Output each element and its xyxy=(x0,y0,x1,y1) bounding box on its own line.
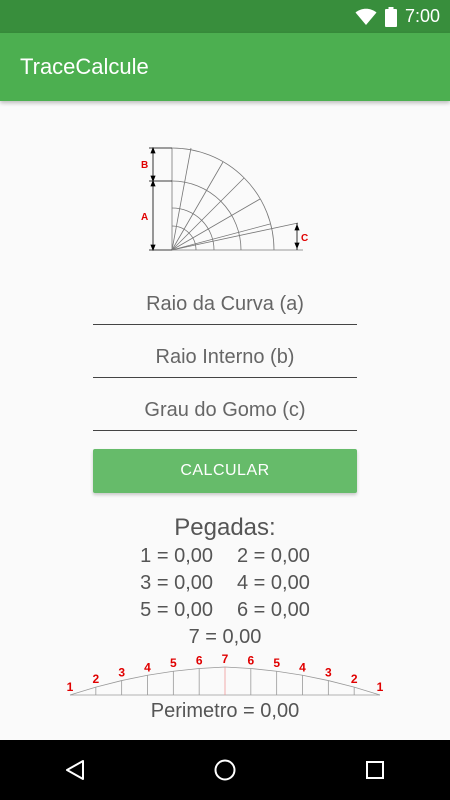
ruler-label: 2 xyxy=(351,672,358,686)
ruler-label: 6 xyxy=(247,653,254,667)
battery-icon xyxy=(384,6,397,27)
ruler-label: 5 xyxy=(170,656,177,670)
pegadas-row-3: 5 = 0,00 6 = 0,00 xyxy=(0,599,450,622)
pegadas-row-1: 1 = 0,00 2 = 0,00 xyxy=(0,545,450,568)
ruler-label: 3 xyxy=(118,666,125,680)
ruler-label: 4 xyxy=(144,660,151,674)
raio-da-curva-input[interactable] xyxy=(93,285,357,325)
pegadas-ruler: 1 2 3 4 5 6 7 6 5 4 3 2 1 xyxy=(67,652,384,696)
navigation-bar xyxy=(0,740,450,800)
raio-interno-input[interactable] xyxy=(93,338,357,378)
back-icon xyxy=(66,760,84,780)
app-title: TraceCalcule xyxy=(20,54,149,79)
pegadas-title: Pegadas: xyxy=(174,514,276,541)
grau-do-gomo-input[interactable] xyxy=(93,391,357,431)
pegada-4: 4 = 0,00 xyxy=(237,572,310,594)
recents-icon xyxy=(366,761,384,779)
ruler-label: 3 xyxy=(325,666,332,680)
pegada-3: 3 = 0,00 xyxy=(140,572,213,594)
pegada-7: 7 = 0,00 xyxy=(188,626,262,648)
app-bar: TraceCalcule xyxy=(0,33,450,101)
status-time: 7:00 xyxy=(404,6,440,26)
curve-diagram: B A C xyxy=(141,146,308,252)
ruler-label: 5 xyxy=(273,656,280,670)
ruler-label: 1 xyxy=(377,680,384,694)
back-button[interactable] xyxy=(45,750,105,790)
recents-button[interactable] xyxy=(345,750,405,790)
perimetro-text: Perimetro = 0,00 xyxy=(150,700,300,722)
pegadas-row-4: 7 = 0,00 xyxy=(0,626,450,649)
pegadas-row-2: 3 = 0,00 4 = 0,00 xyxy=(0,572,450,595)
pegada-1: 1 = 0,00 xyxy=(140,545,213,567)
ruler-label: 1 xyxy=(67,680,74,694)
home-icon xyxy=(214,759,236,781)
wifi-icon xyxy=(355,8,377,25)
label-a: A xyxy=(141,212,148,223)
label-b: B xyxy=(141,160,148,171)
pegada-2: 2 = 0,00 xyxy=(237,545,310,567)
pegada-5: 5 = 0,00 xyxy=(140,599,213,621)
ruler-label: 2 xyxy=(92,672,99,686)
ruler-label: 4 xyxy=(299,660,306,674)
pegada-6: 6 = 0,00 xyxy=(237,599,310,621)
ruler-label: 7 xyxy=(222,652,229,666)
calcular-button[interactable]: CALCULAR xyxy=(93,449,357,493)
status-bar: 7:00 xyxy=(0,0,450,33)
home-button[interactable] xyxy=(195,750,255,790)
label-c: C xyxy=(301,233,308,244)
ruler-label: 6 xyxy=(196,653,203,667)
